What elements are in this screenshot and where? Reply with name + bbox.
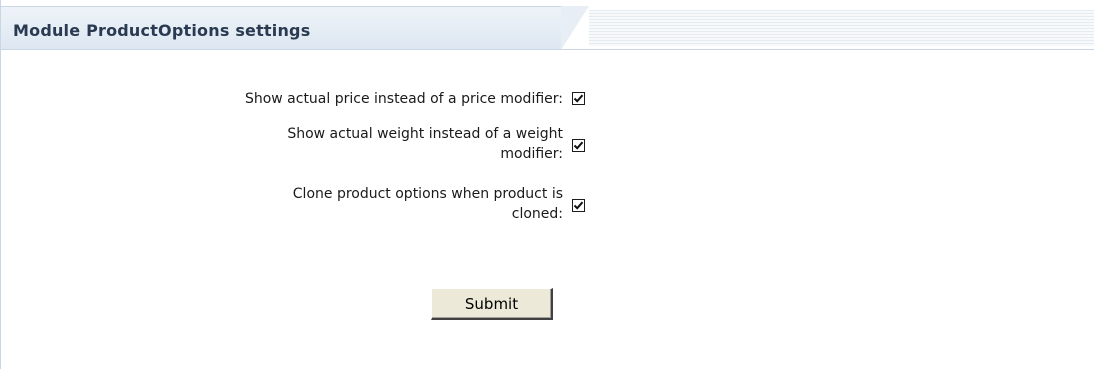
- panel-header: Module ProductOptions settings: [1, 6, 1094, 50]
- setting-label-actual-price: Show actual price instead of a price mod…: [43, 89, 563, 109]
- setting-label-actual-weight: Show actual weight instead of a weight m…: [43, 124, 563, 164]
- settings-panel: Module ProductOptions settings Show actu…: [0, 0, 1094, 369]
- check-icon: [573, 141, 584, 150]
- submit-button[interactable]: Submit: [431, 288, 553, 320]
- checkbox-clone-options[interactable]: [572, 199, 585, 212]
- label-line: cloned:: [511, 206, 563, 222]
- label-line: Show actual price instead of a price mod…: [244, 91, 563, 107]
- setting-label-clone-options: Clone product options when product is cl…: [43, 184, 563, 224]
- header-stripes-decoration: [589, 10, 1094, 46]
- checkbox-actual-weight[interactable]: [572, 139, 585, 152]
- check-icon: [573, 201, 584, 210]
- label-line: Show actual weight instead of a weight: [287, 126, 563, 142]
- check-icon: [573, 94, 584, 103]
- panel-title: Module ProductOptions settings: [13, 21, 311, 40]
- checkbox-actual-price[interactable]: [572, 92, 585, 105]
- label-line: Clone product options when product is: [292, 186, 563, 202]
- label-line: modifier:: [500, 146, 563, 162]
